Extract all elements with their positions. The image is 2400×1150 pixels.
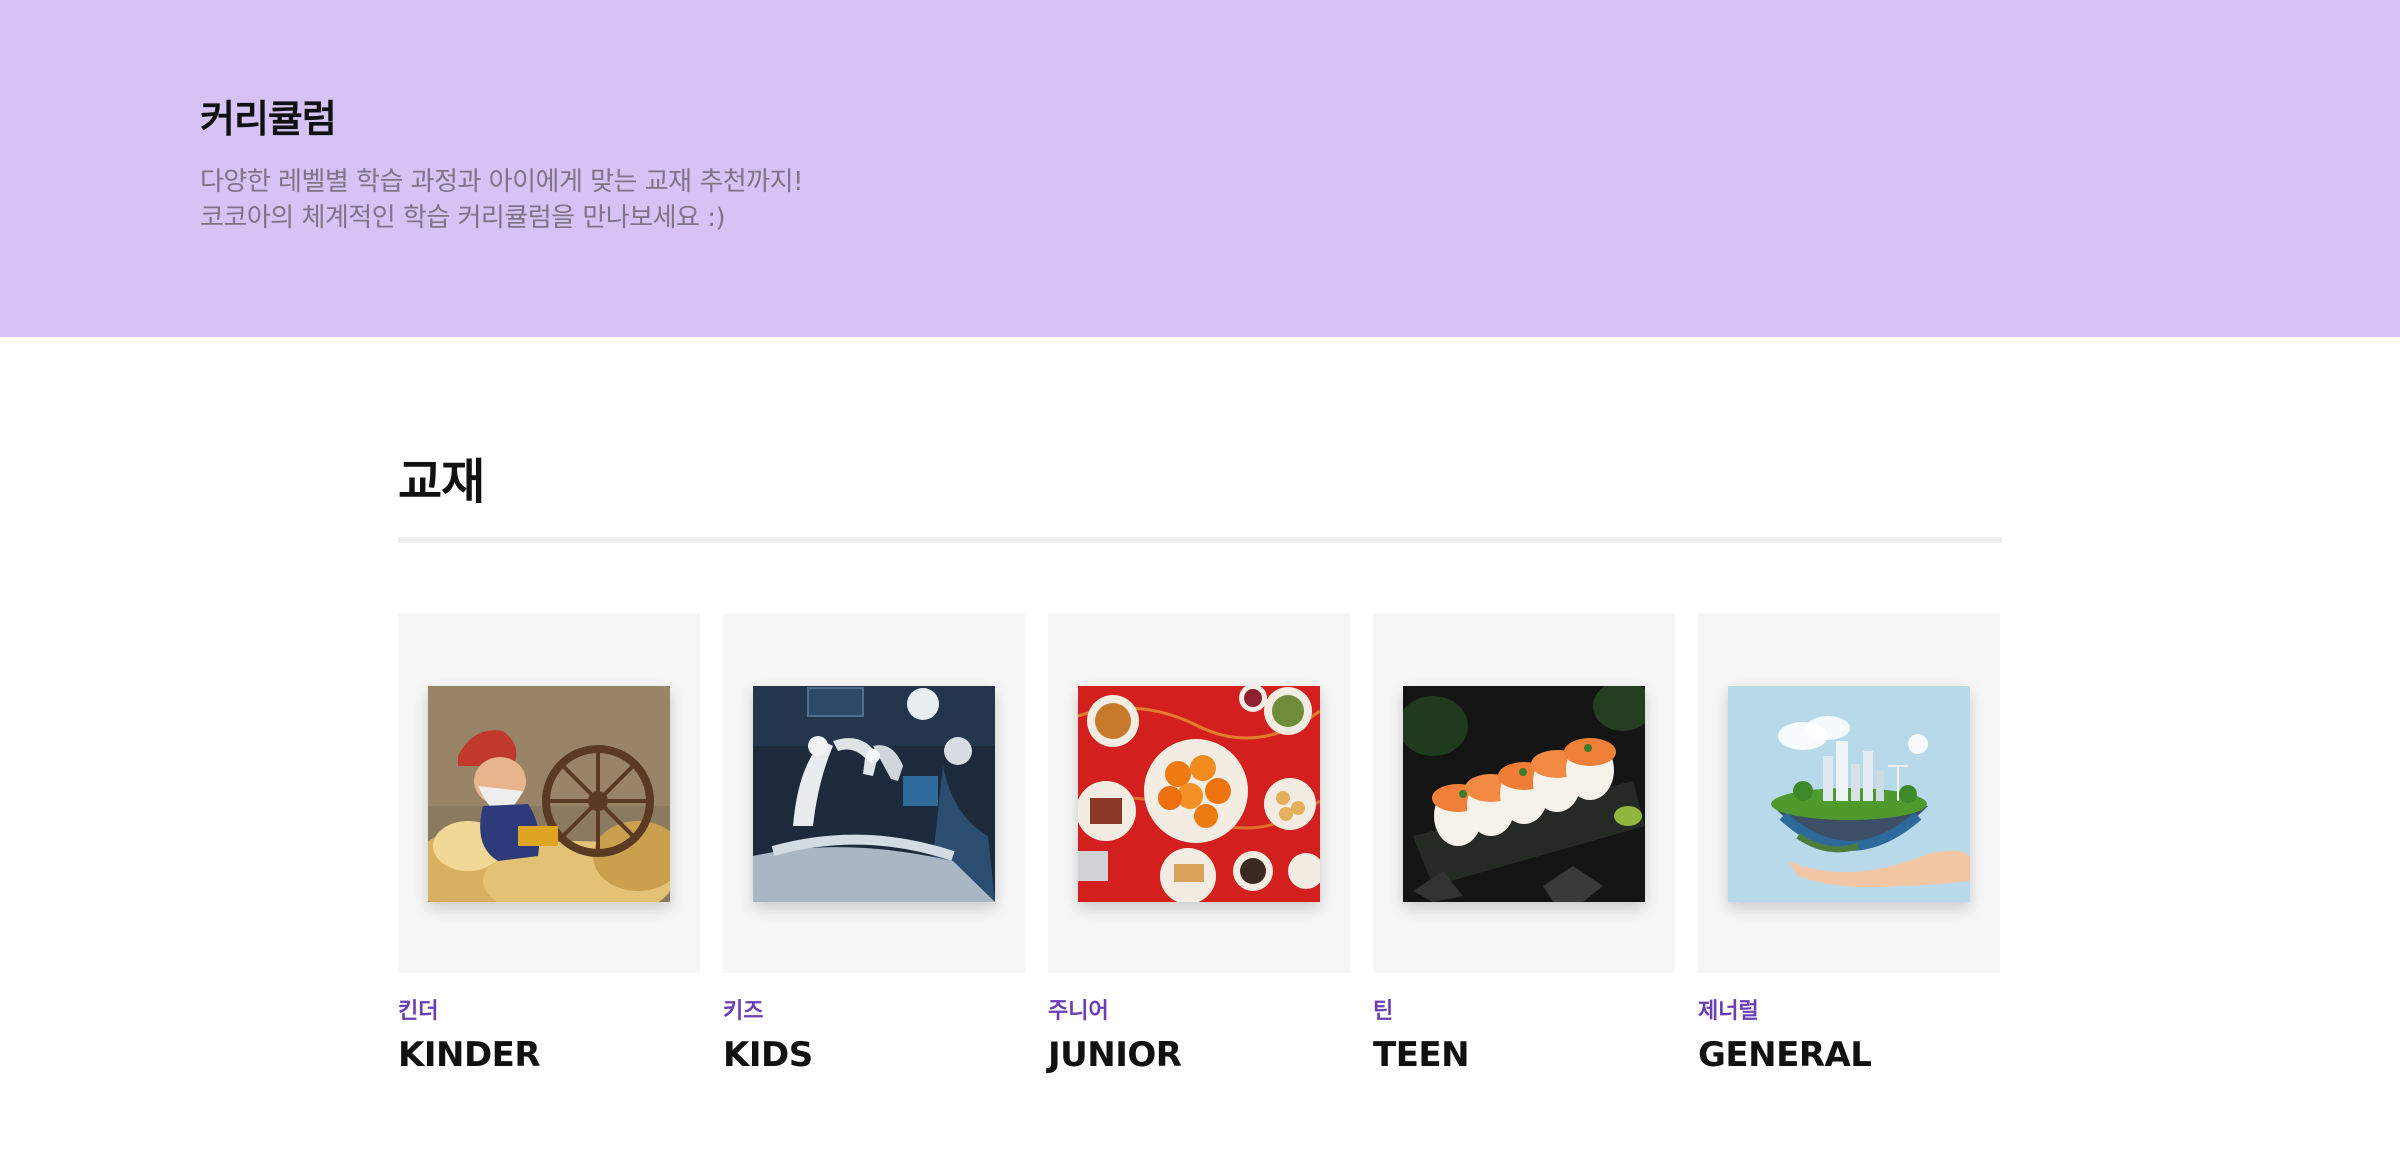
level-label-english[interactable]: KIDS	[723, 1035, 813, 1075]
level-label-korean[interactable]: 킨더	[398, 993, 438, 1025]
level-label-korean[interactable]: 제너럴	[1698, 993, 1759, 1025]
section-title: 교재	[398, 452, 485, 514]
level-label-korean[interactable]: 키즈	[723, 993, 763, 1025]
fairy-tale-illustration	[428, 686, 670, 902]
textbook-card-list: 킨더 KINDER 키즈 KIDS 주니어 JUNIOR 틴 TEEN 제너럴 …	[398, 613, 2002, 1093]
textbook-section-header: 교재	[398, 452, 485, 514]
section-divider	[398, 537, 2002, 543]
textbook-card-teen[interactable]: 틴 TEEN	[1373, 613, 1675, 1093]
card-image-box[interactable]	[398, 613, 700, 973]
hero-description-line-2: 코코아의 체계적인 학습 커리큘럼을 만나보세요 :)	[200, 203, 726, 233]
card-image-box[interactable]	[1048, 613, 1350, 973]
salmon-sushi-roll-photo	[1403, 686, 1645, 902]
page-title: 커리큘럼	[200, 97, 337, 141]
junior-cover-image[interactable]	[1078, 686, 1320, 902]
card-image-box[interactable]	[1698, 613, 2000, 973]
level-label-english[interactable]: GENERAL	[1698, 1035, 1872, 1075]
lunar-new-year-feast-photo	[1078, 686, 1320, 902]
earth-in-hand-photo	[1728, 686, 1970, 902]
kids-cover-image[interactable]	[753, 686, 995, 902]
level-label-korean[interactable]: 틴	[1373, 993, 1393, 1025]
general-cover-image[interactable]	[1728, 686, 1970, 902]
level-label-english[interactable]: JUNIOR	[1048, 1035, 1182, 1075]
textbook-card-kids[interactable]: 키즈 KIDS	[723, 613, 1025, 1093]
textbook-card-general[interactable]: 제너럴 GENERAL	[1698, 613, 2000, 1093]
level-label-korean[interactable]: 주니어	[1048, 993, 1109, 1025]
hero-description-line-1: 다양한 레벨별 학습 과정과 아이에게 맞는 교재 추천까지!	[200, 167, 803, 197]
kinder-cover-image[interactable]	[428, 686, 670, 902]
hero-description: 다양한 레벨별 학습 과정과 아이에게 맞는 교재 추천까지! 코코아의 체계적…	[200, 164, 803, 236]
textbook-card-kinder[interactable]: 킨더 KINDER	[398, 613, 700, 1093]
textbook-card-junior[interactable]: 주니어 JUNIOR	[1048, 613, 1350, 1093]
card-image-box[interactable]	[1373, 613, 1675, 973]
robotic-surgery-photo	[753, 686, 995, 902]
teen-cover-image[interactable]	[1403, 686, 1645, 902]
section-title-text: 교재	[398, 454, 485, 510]
card-image-box[interactable]	[723, 613, 1025, 973]
level-label-english[interactable]: KINDER	[398, 1035, 541, 1075]
curriculum-hero-banner: 커리큘럼 다양한 레벨별 학습 과정과 아이에게 맞는 교재 추천까지! 코코아…	[0, 0, 2400, 337]
level-label-english[interactable]: TEEN	[1373, 1035, 1470, 1075]
